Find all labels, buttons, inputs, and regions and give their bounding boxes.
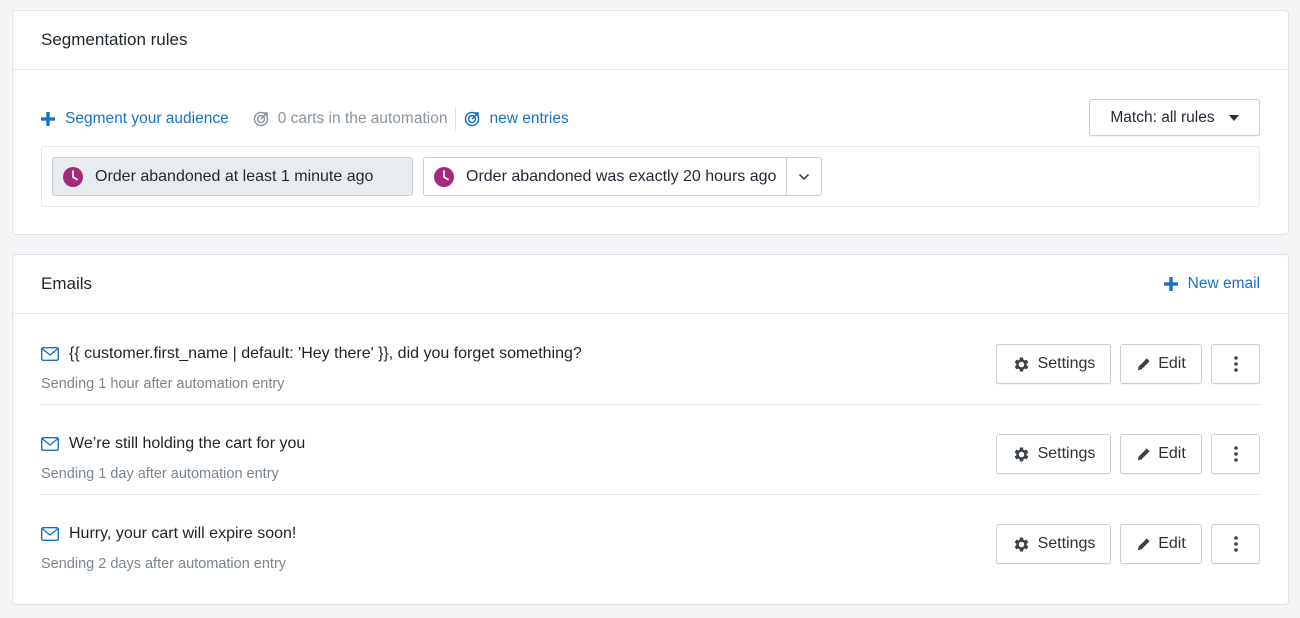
email-row: We’re still holding the cart for you Sen…: [41, 405, 1260, 495]
emails-header: Emails New email: [13, 255, 1288, 314]
clock-icon: [63, 166, 83, 187]
clock-icon: [434, 166, 454, 187]
emails-card: Emails New email {{ customer.first_name …: [12, 254, 1289, 605]
target-icon: [253, 111, 268, 127]
settings-button[interactable]: Settings: [996, 524, 1111, 564]
plus-icon: [1163, 277, 1178, 291]
email-actions: Settings Edit: [987, 434, 1260, 474]
more-options-button[interactable]: [1211, 524, 1260, 564]
emails-title: Emails: [41, 274, 93, 293]
settings-button[interactable]: Settings: [996, 434, 1111, 474]
vertical-dots-icon: [1233, 446, 1238, 462]
rule-chip[interactable]: Order abandoned was exactly 20 hours ago: [423, 157, 788, 196]
pencil-icon: [1138, 447, 1150, 460]
edit-label: Edit: [1158, 535, 1186, 552]
email-timing: Sending 1 hour after automation entry: [41, 376, 285, 392]
more-options-button[interactable]: [1211, 434, 1260, 474]
email-subject-text: We’re still holding the cart for you: [69, 435, 306, 452]
target-icon: [465, 111, 480, 127]
new-entries-label: new entries: [489, 110, 569, 127]
email-actions: Settings Edit: [987, 344, 1260, 384]
settings-button[interactable]: Settings: [996, 344, 1111, 384]
segmentation-title: Segmentation rules: [41, 30, 188, 49]
rule-chip[interactable]: Order abandoned at least 1 minute ago: [52, 157, 413, 196]
settings-label: Settings: [1037, 355, 1096, 372]
segment-audience-label: Segment your audience: [65, 110, 229, 127]
segment-audience-link[interactable]: Segment your audience: [41, 110, 229, 128]
settings-label: Settings: [1037, 535, 1096, 552]
email-subject-text: Hurry, your cart will expire soon!: [69, 525, 297, 542]
new-email-label: New email: [1187, 275, 1260, 292]
rule-chip-group: Order abandoned was exactly 20 hours ago: [423, 157, 823, 196]
email-row: Hurry, your cart will expire soon! Sendi…: [41, 495, 1260, 585]
rules-container: Order abandoned at least 1 minute ago Or…: [41, 146, 1260, 207]
email-subject: Hurry, your cart will expire soon!: [41, 525, 296, 543]
edit-button[interactable]: Edit: [1120, 434, 1202, 474]
caret-down-icon: [1228, 114, 1239, 121]
vertical-dots-icon: [1233, 356, 1238, 372]
email-subject: {{ customer.first_name | default: 'Hey t…: [41, 345, 582, 363]
match-rules-dropdown[interactable]: Match: all rules: [1089, 99, 1260, 136]
gear-icon: [1014, 357, 1028, 371]
pencil-icon: [1137, 357, 1151, 371]
chevron-down-icon: [799, 173, 810, 180]
rule-options-toggle[interactable]: [787, 157, 823, 196]
envelope-icon: [41, 437, 59, 451]
plus-icon: [41, 112, 55, 126]
email-timing: Sending 2 days after automation entry: [41, 556, 287, 572]
edit-label: Edit: [1158, 355, 1186, 372]
new-entries-link[interactable]: new entries: [464, 110, 569, 128]
gear-icon: [1014, 447, 1028, 461]
email-subject-text: {{ customer.first_name | default: 'Hey t…: [69, 345, 582, 362]
gear-icon: [1014, 537, 1028, 551]
edit-button[interactable]: Edit: [1120, 344, 1202, 384]
vertical-dots-icon: [1233, 536, 1238, 552]
pencil-icon: [1138, 537, 1150, 550]
segmentation-rules-card: Segmentation rules Segment your audience…: [12, 10, 1289, 235]
settings-label: Settings: [1037, 445, 1096, 462]
new-email-button[interactable]: New email: [1163, 275, 1260, 293]
rule-label: Order abandoned was exactly 20 hours ago: [466, 167, 777, 185]
carts-info-text: 0 carts in the automation: [277, 110, 448, 127]
segmentation-toolbar: Segment your audience 0 carts in the aut…: [41, 99, 1260, 139]
envelope-icon: [41, 347, 59, 361]
edit-button[interactable]: Edit: [1120, 524, 1202, 564]
divider: [455, 107, 457, 131]
rule-label: Order abandoned at least 1 minute ago: [95, 167, 374, 185]
match-rules-label: Match: all rules: [1110, 108, 1215, 126]
envelope-icon: [41, 527, 59, 541]
email-timing: Sending 1 day after automation entry: [41, 466, 279, 482]
email-subject: We’re still holding the cart for you: [41, 435, 305, 453]
email-actions: Settings Edit: [987, 524, 1260, 564]
carts-info: 0 carts in the automation: [253, 110, 448, 128]
more-options-button[interactable]: [1211, 344, 1260, 384]
edit-label: Edit: [1158, 445, 1186, 462]
email-row: {{ customer.first_name | default: 'Hey t…: [41, 315, 1260, 405]
segmentation-header: Segmentation rules: [13, 11, 1288, 70]
